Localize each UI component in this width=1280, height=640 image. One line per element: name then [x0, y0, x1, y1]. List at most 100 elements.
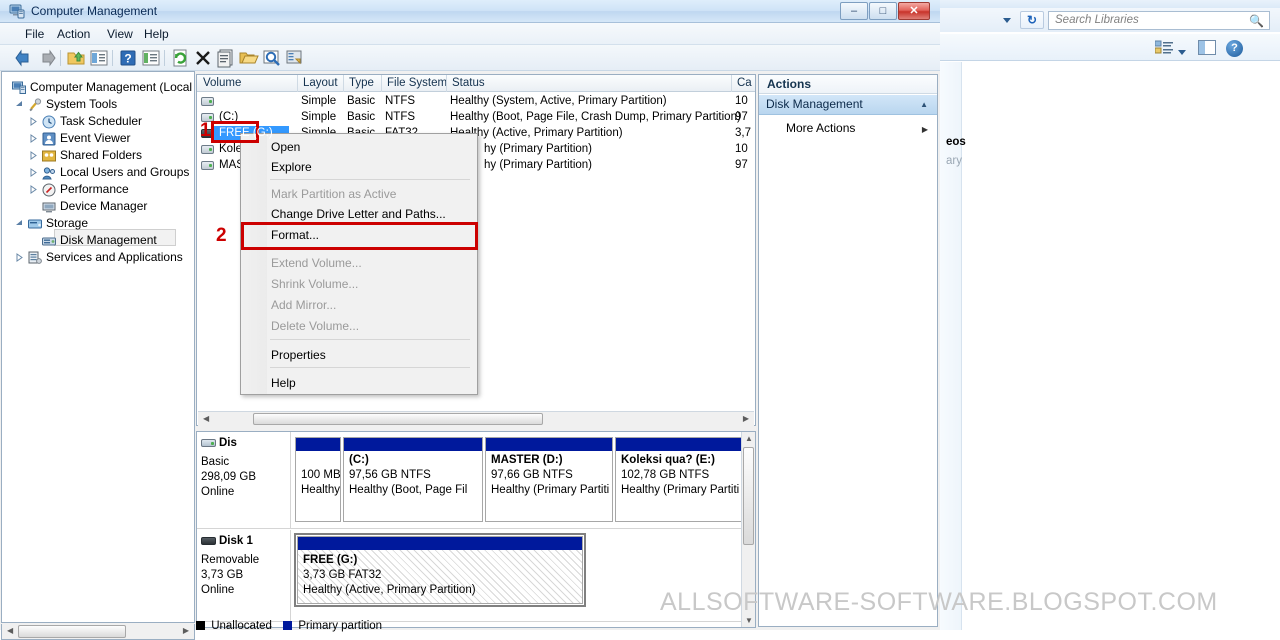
- tree-item-local-users-and-groups[interactable]: Local Users and Groups: [60, 165, 189, 181]
- tree-item-task-scheduler[interactable]: Task Scheduler: [60, 114, 142, 130]
- tree-item-computer-management[interactable]: Computer Management (Local: [30, 80, 192, 96]
- column-header-file-system[interactable]: File System: [387, 77, 447, 89]
- scrollbar-thumb[interactable]: [743, 447, 754, 545]
- scrollbar-thumb[interactable]: [253, 413, 543, 425]
- volume-list-horizontal-scrollbar[interactable]: ◀ ▶: [198, 411, 754, 426]
- find-icon[interactable]: [262, 48, 282, 68]
- partition-system[interactable]: 100 MB Healthy: [295, 437, 341, 522]
- partition-size: 97,56 GB NTFS: [349, 469, 431, 481]
- cell-type: Basic: [347, 111, 376, 123]
- partition-d[interactable]: MASTER (D:) 97,66 GB NTFS Healthy (Prima…: [485, 437, 613, 522]
- expander-icon[interactable]: [29, 117, 38, 126]
- menu-help[interactable]: Help: [137, 27, 176, 41]
- cell-capacity: 10: [735, 143, 748, 155]
- partition-size: 3,73 GB FAT32: [303, 569, 382, 581]
- expander-icon[interactable]: [15, 100, 24, 109]
- context-menu-label: Extend Volume...: [271, 256, 362, 270]
- expander-icon[interactable]: [29, 151, 38, 160]
- disk-name-0: Dis: [219, 437, 237, 449]
- annotation-number-2: 2: [216, 225, 227, 246]
- scroll-right-arrow-icon[interactable]: ▶: [183, 626, 189, 635]
- tree-item-device-manager[interactable]: Device Manager: [60, 199, 147, 215]
- expander-icon[interactable]: [29, 134, 38, 143]
- menu-action[interactable]: Action: [50, 27, 97, 41]
- tree-horizontal-scrollbar[interactable]: ◀ ▶: [1, 624, 195, 640]
- tree-item-system-tools[interactable]: System Tools: [46, 97, 117, 113]
- forward-icon[interactable]: [37, 48, 57, 68]
- context-menu-item-open[interactable]: Open: [242, 137, 478, 157]
- show-hide-console-tree-icon[interactable]: [89, 48, 109, 68]
- scroll-right-arrow-icon[interactable]: ▶: [743, 414, 749, 423]
- partition-e[interactable]: Koleksi qua? (E:) 102,78 GB NTFS Healthy…: [615, 437, 743, 522]
- partition-size: 100 MB: [301, 469, 341, 481]
- column-header-capacity[interactable]: Ca: [737, 77, 752, 89]
- context-menu-item-add-mirror: Add Mirror...: [242, 295, 478, 315]
- tree-item-event-viewer[interactable]: Event Viewer: [60, 131, 130, 147]
- tree-item-storage[interactable]: Storage: [46, 216, 88, 232]
- cell-status: Healthy (System, Active, Primary Partiti…: [450, 95, 667, 107]
- partition-title: (C:): [349, 454, 369, 466]
- scrollbar-thumb[interactable]: [18, 625, 126, 638]
- chevron-up-icon[interactable]: ▲: [920, 100, 928, 109]
- scroll-down-arrow-icon[interactable]: ▼: [745, 616, 753, 625]
- context-menu-item-properties[interactable]: Properties: [242, 345, 478, 365]
- partition-c[interactable]: (C:) 97,56 GB NTFS Healthy (Boot, Page F…: [343, 437, 483, 522]
- context-menu-item-explore[interactable]: Explore: [242, 157, 478, 177]
- disk-status-0: Online: [201, 486, 235, 498]
- help-icon[interactable]: ?: [1226, 40, 1243, 57]
- delete-icon[interactable]: [193, 48, 213, 68]
- partition-free-g[interactable]: FREE (G:) 3,73 GB FAT32 Healthy (Active,…: [294, 533, 586, 607]
- up-folder-icon[interactable]: [66, 48, 86, 68]
- minimize-button[interactable]: –: [840, 2, 868, 20]
- scroll-left-arrow-icon[interactable]: ◀: [203, 414, 209, 423]
- context-menu-item-help[interactable]: Help: [242, 373, 478, 393]
- column-header-status[interactable]: Status: [452, 77, 485, 89]
- scroll-left-arrow-icon[interactable]: ◀: [7, 626, 13, 635]
- chevron-down-icon[interactable]: [1000, 14, 1014, 26]
- drive-icon: [201, 145, 214, 154]
- expander-icon[interactable]: [15, 219, 24, 228]
- context-menu-label: Mark Partition as Active: [271, 187, 397, 201]
- show-hide-action-pane-icon[interactable]: [141, 48, 161, 68]
- expander-icon[interactable]: [29, 185, 38, 194]
- refresh-icon[interactable]: ↻: [1020, 11, 1044, 29]
- preview-pane-icon[interactable]: [1198, 40, 1216, 55]
- table-row[interactable]: (C:) Simple Basic NTFS Healthy (Boot, Pa…: [197, 110, 755, 126]
- back-icon[interactable]: [14, 48, 34, 68]
- tree-item-performance[interactable]: Performance: [60, 182, 129, 198]
- menu-file[interactable]: File: [18, 27, 51, 41]
- change-view-icon[interactable]: [1154, 40, 1173, 55]
- properties-icon[interactable]: [216, 48, 236, 68]
- expander-icon[interactable]: [29, 168, 38, 177]
- tree-item-shared-folders[interactable]: Shared Folders: [60, 148, 142, 164]
- chevron-down-icon[interactable]: [1177, 45, 1187, 55]
- rescan-disks-icon[interactable]: [285, 48, 305, 68]
- open-folder-icon[interactable]: [239, 48, 259, 68]
- context-menu-label: Shrink Volume...: [271, 277, 359, 291]
- partition-title: Koleksi qua? (E:): [621, 454, 715, 466]
- refresh-icon[interactable]: [170, 48, 190, 68]
- expander-icon[interactable]: [15, 253, 24, 262]
- disk-row-0[interactable]: Dis Basic 298,09 GB Online 100 MB Health…: [197, 432, 743, 529]
- close-button[interactable]: ✕: [898, 2, 930, 20]
- actions-group-disk-management[interactable]: Disk Management ▲: [759, 95, 937, 115]
- svg-text:?: ?: [124, 52, 131, 66]
- scroll-up-arrow-icon[interactable]: ▲: [745, 434, 753, 443]
- context-menu-label: Change Drive Letter and Paths...: [271, 207, 446, 221]
- console-tree: Computer Management (Local System Tools …: [1, 71, 195, 623]
- maximize-button[interactable]: □: [869, 2, 897, 20]
- table-row[interactable]: Simple Basic NTFS Healthy (System, Activ…: [197, 94, 755, 110]
- context-menu-item-change-drive-letter-and-paths[interactable]: Change Drive Letter and Paths...: [242, 204, 478, 224]
- computer-icon: [12, 81, 26, 95]
- cell-capacity: 97: [735, 159, 748, 171]
- more-actions-item[interactable]: More Actions: [786, 121, 855, 135]
- menu-view[interactable]: View: [100, 27, 140, 41]
- column-header-type[interactable]: Type: [349, 77, 374, 89]
- tree-item-services-and-applications[interactable]: Services and Applications: [46, 250, 183, 266]
- column-header-layout[interactable]: Layout: [303, 77, 338, 89]
- column-header-volume[interactable]: Volume: [203, 77, 241, 89]
- help-icon[interactable]: ?: [118, 48, 138, 68]
- sidebar-item-disk-management[interactable]: Disk Management: [60, 233, 157, 249]
- chevron-right-icon[interactable]: ▶: [922, 125, 928, 134]
- search-input[interactable]: Search Libraries 🔍: [1048, 11, 1270, 30]
